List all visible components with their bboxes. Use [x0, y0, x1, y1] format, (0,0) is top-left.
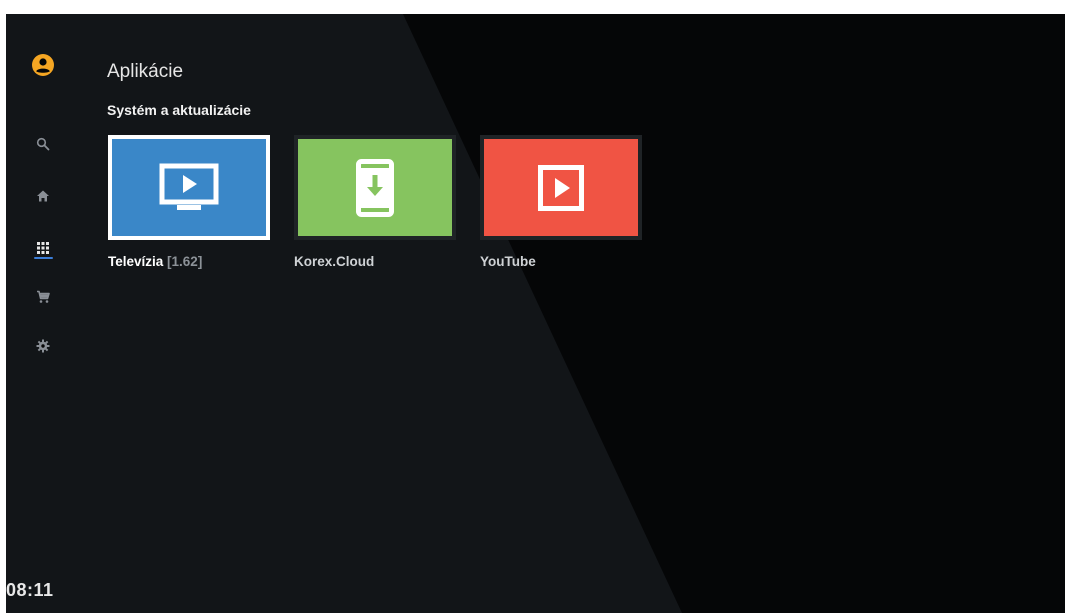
search-icon	[36, 137, 50, 151]
account-button[interactable]	[29, 51, 57, 79]
nav-search[interactable]	[29, 130, 57, 158]
play-box-icon	[538, 164, 584, 211]
tile-background	[112, 139, 266, 236]
tv-play-icon	[159, 163, 219, 210]
app-name: Televízia	[108, 254, 164, 269]
page-title: Aplikácie	[107, 61, 184, 82]
sidebar: 08:11	[6, 14, 86, 613]
app-label-televizia: Televízia [1.62]	[108, 254, 202, 269]
account-circle-icon	[32, 54, 54, 76]
nav-store[interactable]	[29, 283, 57, 311]
gear-icon	[36, 339, 50, 353]
tile-background	[484, 139, 638, 236]
nav-settings[interactable]	[29, 332, 57, 360]
app-tile-youtube[interactable]	[480, 135, 642, 240]
clock: 08:11	[6, 580, 54, 600]
app-tile-korex-cloud[interactable]	[294, 135, 456, 240]
cart-icon	[37, 290, 50, 303]
phone-download-icon	[356, 158, 394, 217]
tv-screen: 08:11 Aplikácie Systém a aktualizácie Te…	[6, 14, 1065, 613]
home-icon	[37, 190, 49, 202]
active-nav-indicator	[34, 257, 53, 259]
nav-home[interactable]	[29, 182, 57, 210]
app-label-korex-cloud: Korex.Cloud	[294, 254, 375, 269]
tile-background	[298, 139, 452, 236]
app-tile-televizia[interactable]	[108, 135, 270, 240]
section-title: Systém a aktualizácie	[107, 102, 251, 118]
app-version: [1.62]	[167, 254, 203, 269]
app-label-youtube: YouTube	[480, 254, 536, 269]
apps-grid-icon	[37, 242, 49, 254]
